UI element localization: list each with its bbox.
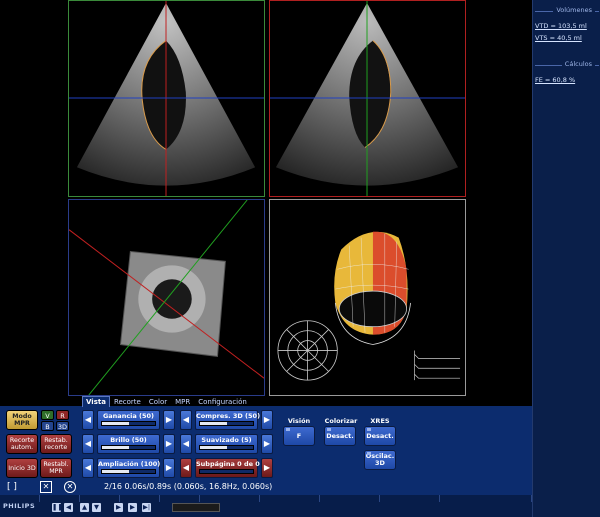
frame-info: 2/16 0.06s/0.89s (0.060s, 16.8Hz, 0.060s… <box>104 482 273 491</box>
v-button[interactable]: V <box>41 410 54 420</box>
suavizado-increase[interactable]: ▶ <box>261 434 273 454</box>
slider-fill <box>200 446 227 449</box>
colorizar-label: Colorizar <box>324 417 358 425</box>
bottom-strip: PHILIPS ❚❚ ◀ ▲ ▼ ▶ ▶ ▶| <box>0 495 532 517</box>
down-icon[interactable]: ▼ <box>92 503 101 512</box>
echo-image-short-axis <box>69 200 264 395</box>
brillo-increase[interactable]: ▶ <box>163 434 175 454</box>
viewport-3d-volume[interactable] <box>269 199 466 396</box>
restabl-mpr-button[interactable]: Restabl. MPR <box>40 458 72 478</box>
play-icon[interactable]: ▶ <box>114 503 123 512</box>
modo-mpr-button[interactable]: Modo MPR <box>6 410 38 430</box>
vision-label: Visión <box>287 417 311 425</box>
tab-configuracion[interactable]: Configuración <box>194 396 251 407</box>
step-forward-icon[interactable]: ▶ <box>128 503 137 512</box>
ganancia-increase[interactable]: ▶ <box>163 410 175 430</box>
echo-image-apical-4ch <box>69 1 264 196</box>
tab-vista[interactable]: Vista <box>82 396 110 407</box>
recorte-autom-button[interactable]: Recorte autom. <box>6 434 38 454</box>
volumes-header: Volúmenes <box>533 6 600 16</box>
calculations-header: Cálculos <box>533 60 600 70</box>
slider-fill <box>102 422 129 425</box>
xres-label: XRES <box>370 417 390 425</box>
fe-value[interactable]: FE = 60,8 % <box>535 76 575 84</box>
ganancia-slider[interactable]: Ganancia (50) <box>97 410 160 430</box>
step-back-icon[interactable]: ◀ <box>64 503 73 512</box>
brillo-decrease[interactable]: ◀ <box>82 434 94 454</box>
compres-3d-decrease[interactable]: ◀ <box>180 410 192 430</box>
vtd-value[interactable]: VTD = 103,5 ml <box>535 22 587 30</box>
lv-volume-model <box>277 231 461 381</box>
slider-fill <box>102 470 129 473</box>
cine-slot[interactable] <box>172 503 220 512</box>
tab-bar: Vista Recorte Color MPR Configuración <box>82 396 251 407</box>
viewport-short-axis[interactable] <box>68 199 265 396</box>
b-button[interactable]: B <box>41 421 54 431</box>
compres-3d-increase[interactable]: ▶ <box>261 410 273 430</box>
slider-fill <box>102 446 129 449</box>
end-icon[interactable]: ▶| <box>142 503 151 512</box>
brillo-slider[interactable]: Brillo (50) <box>97 434 160 454</box>
slider-fill <box>200 422 227 425</box>
suavizado-slider[interactable]: Suavizado (5) <box>195 434 258 454</box>
tab-recorte[interactable]: Recorte <box>110 396 145 407</box>
brand-logo: PHILIPS <box>3 502 36 510</box>
subpagina-decrease[interactable]: ◀ <box>180 458 192 478</box>
pause-icon[interactable]: ❚❚ <box>52 503 63 512</box>
r-button[interactable]: R <box>56 410 69 420</box>
vts-value[interactable]: VTS = 40,5 ml <box>535 34 582 42</box>
restab-recorte-button[interactable]: Restab. recorte <box>40 434 72 454</box>
ampliacion-increase[interactable]: ▶ <box>163 458 175 478</box>
colorizar-button[interactable]: Desact. <box>324 426 356 446</box>
vision-button[interactable]: F <box>283 426 315 446</box>
suavizado-decrease[interactable]: ◀ <box>180 434 192 454</box>
tab-color[interactable]: Color <box>145 396 171 407</box>
inicio-3d-button[interactable]: Inicio 3D <box>6 458 38 478</box>
oscilac-3d-button[interactable]: Oscilac. 3D <box>364 450 396 470</box>
viewport-apical-4ch[interactable] <box>68 0 265 197</box>
bullseye-plot <box>277 320 338 381</box>
subpagina-slider[interactable]: Subpágina 0 de 0 <box>195 458 260 478</box>
up-icon[interactable]: ▲ <box>80 503 89 512</box>
ampliacion-decrease[interactable]: ◀ <box>82 458 94 478</box>
3d-button[interactable]: 3D <box>56 421 69 431</box>
volume-curves <box>414 350 461 381</box>
status-row: 2/16 0.06s/0.89s (0.060s, 16.8Hz, 0.060s… <box>0 481 532 494</box>
measurement-panel: Volúmenes VTD = 103,5 ml VTS = 40,5 ml C… <box>532 0 600 517</box>
ampliacion-slider[interactable]: Ampliación (100) <box>97 458 160 478</box>
viewport-apical-2ch[interactable] <box>269 0 466 197</box>
xres-button[interactable]: Desact. <box>364 426 396 446</box>
tab-mpr[interactable]: MPR <box>171 396 194 407</box>
compres-3d-slider[interactable]: Compres. 3D (50) <box>195 410 260 430</box>
ganancia-decrease[interactable]: ◀ <box>82 410 94 430</box>
subpagina-increase[interactable]: ▶ <box>261 458 273 478</box>
echo-image-apical-2ch <box>270 1 465 196</box>
